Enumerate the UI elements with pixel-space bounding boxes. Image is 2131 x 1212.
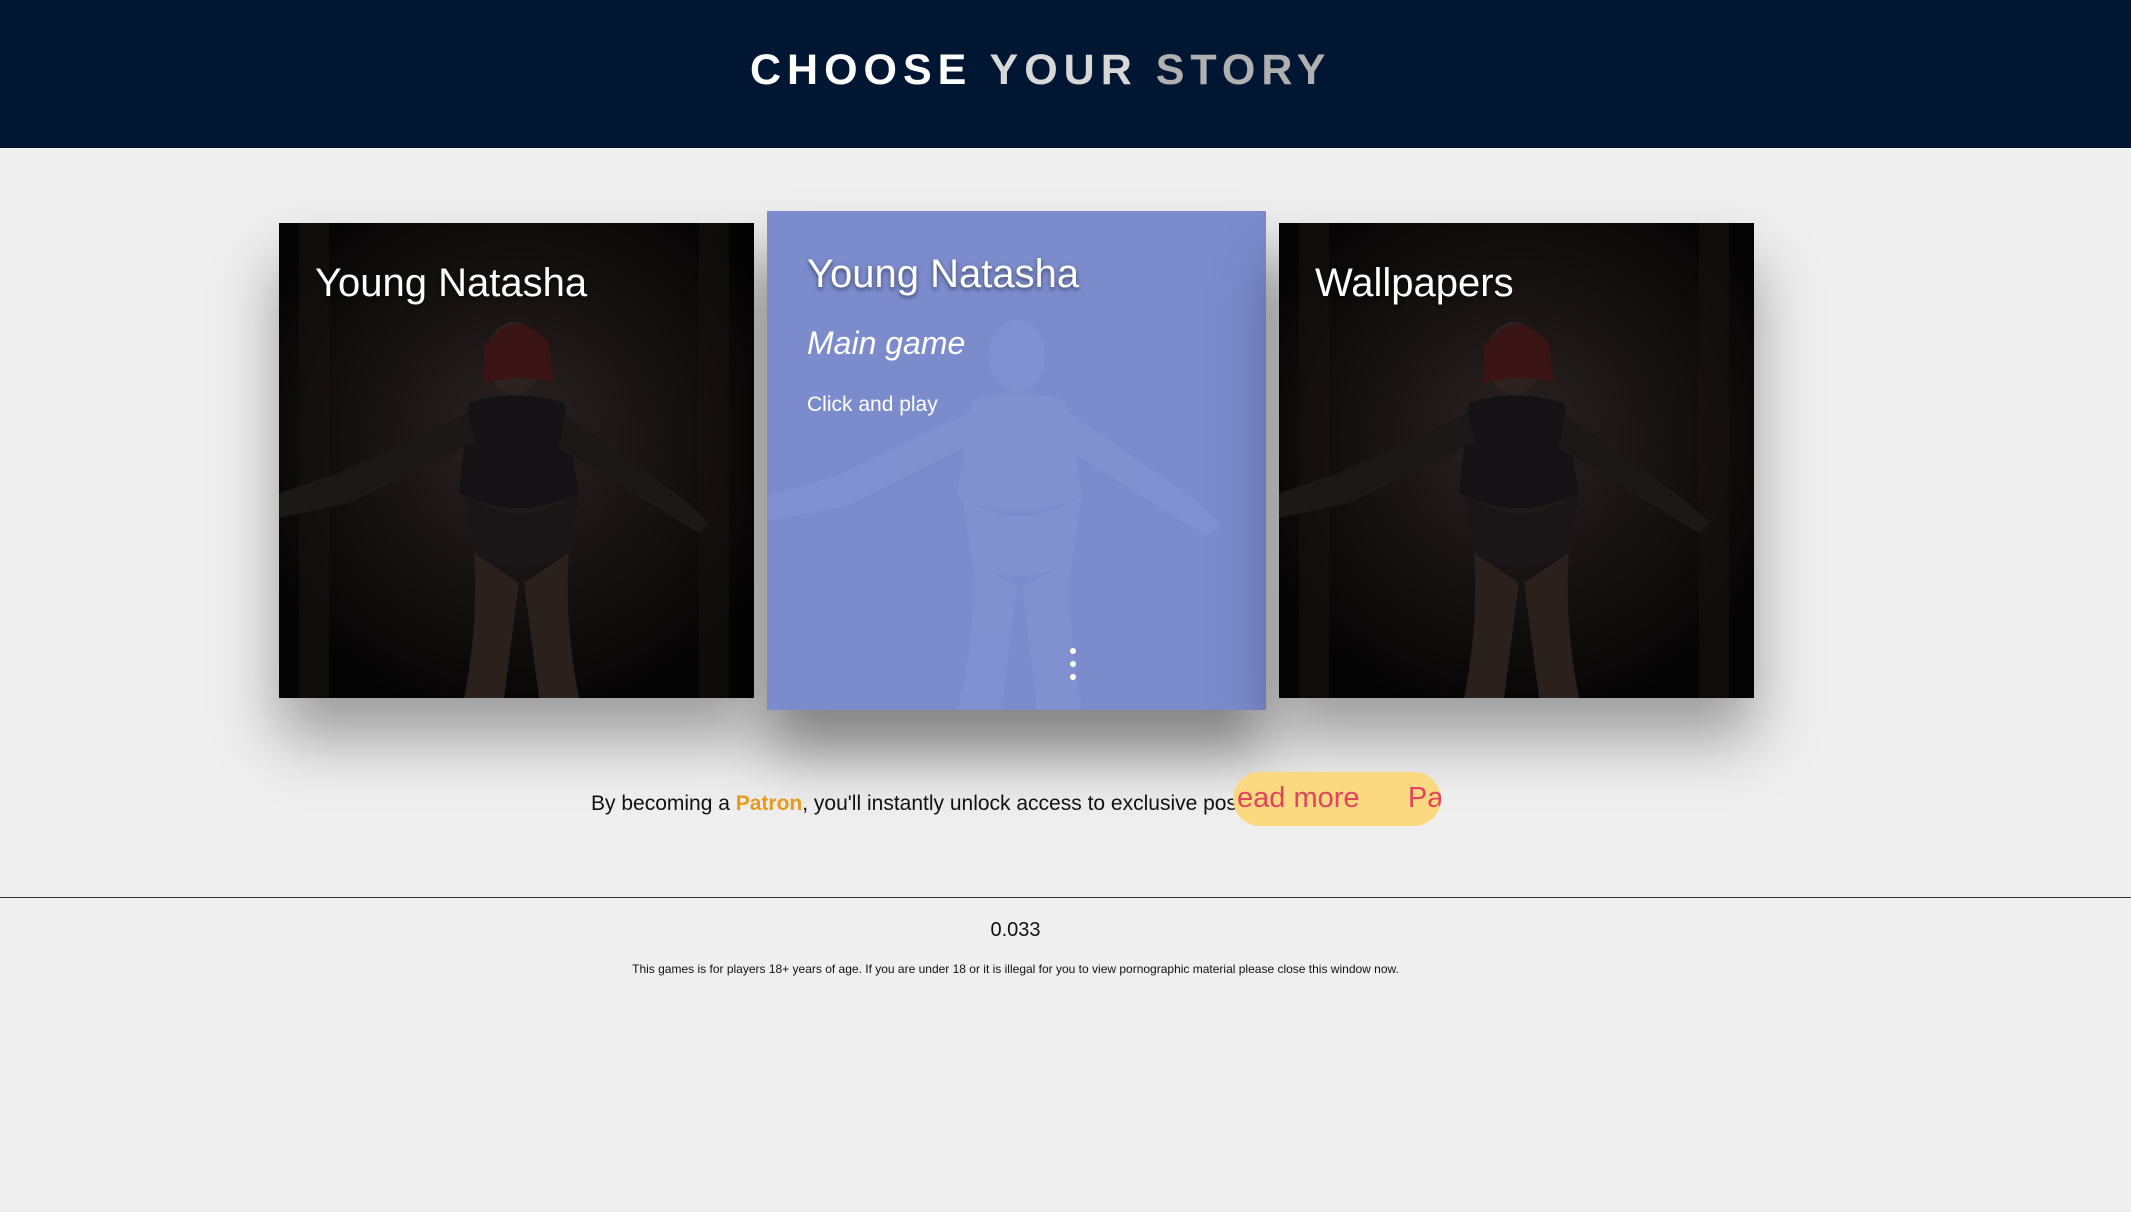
promo-text-after: , you'll instantly unlock access to excl…: [802, 792, 1260, 815]
title-word-your: YOUR: [989, 46, 1138, 94]
more-options-icon[interactable]: [1066, 648, 1080, 688]
read-more-label: ead more Pa: [1237, 782, 1441, 814]
version-number: 0.033: [990, 919, 1041, 941]
story-card-wallpapers[interactable]: Wallpapers: [1279, 223, 1754, 698]
card-title: Young Natasha: [315, 261, 588, 305]
card-title: Young Natasha: [807, 252, 1080, 296]
title-word-choose: CHOOSE: [750, 46, 973, 94]
title-word-story: STORY: [1155, 46, 1332, 94]
age-disclaimer: This games is for players 18+ years of a…: [632, 962, 1399, 976]
read-more-button[interactable]: ead more Pa: [1233, 772, 1441, 826]
story-card-main-game[interactable]: Young Natasha Main game Click and play: [767, 211, 1266, 710]
promo-text-before: By becoming a: [591, 792, 736, 815]
card-title: Wallpapers: [1315, 261, 1514, 305]
patron-link[interactable]: Patron: [736, 792, 803, 815]
footer-divider: [0, 897, 2131, 898]
card-subtitle: Main game: [807, 325, 966, 361]
card-hint: Click and play: [807, 393, 938, 416]
page-title: CHOOSE YOUR STORY: [750, 46, 1332, 95]
story-card-young-natasha[interactable]: Young Natasha: [279, 223, 754, 698]
patron-promo-text: By becoming a Patron, you'll instantly u…: [591, 792, 1259, 816]
page-header: CHOOSE YOUR STORY: [0, 0, 2131, 148]
